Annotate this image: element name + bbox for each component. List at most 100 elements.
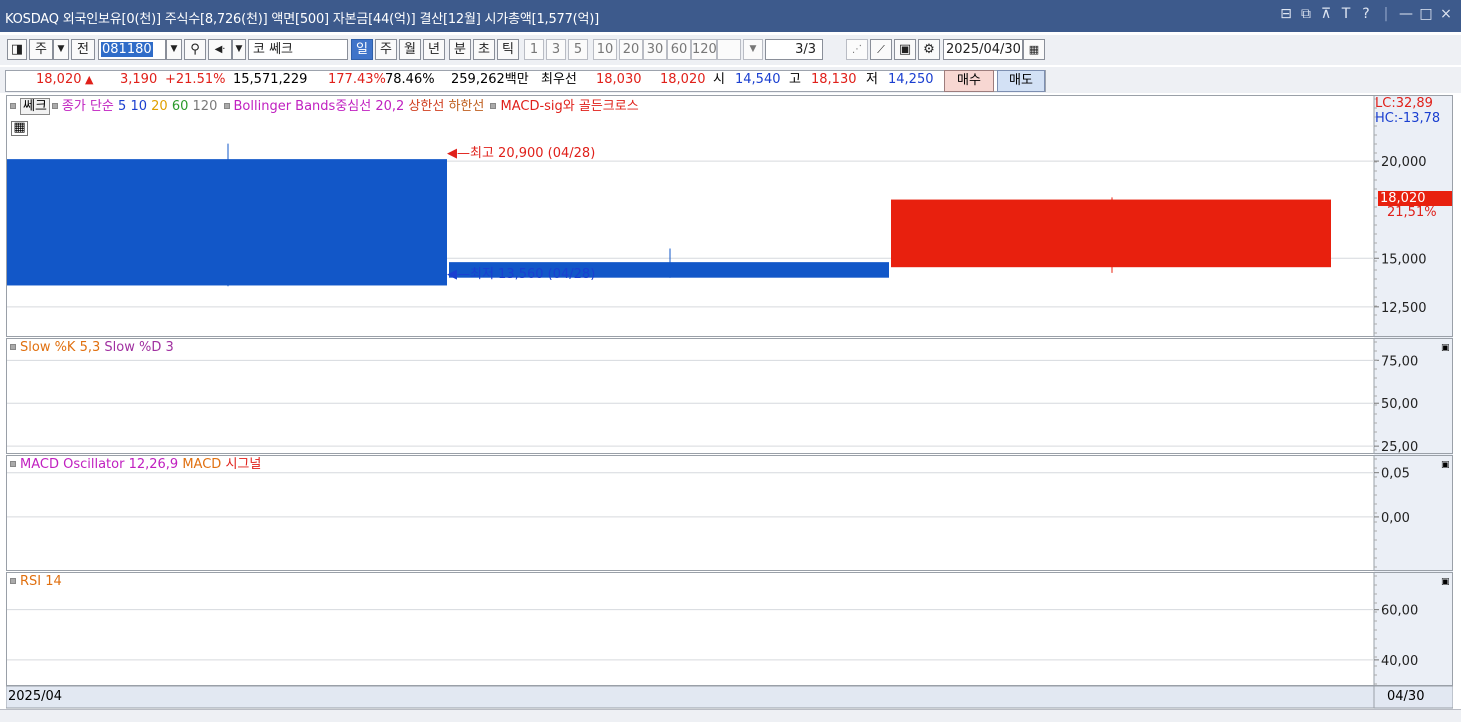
period-tick-button[interactable]: 틱 <box>497 39 519 60</box>
y-tick-label: 20,000 <box>1381 155 1427 170</box>
interval-60-button[interactable]: 60 <box>667 39 691 60</box>
period-month-button[interactable]: 월 <box>399 39 421 60</box>
sound-icon[interactable]: ◀· <box>208 39 232 60</box>
current-price: 18,020 <box>36 72 82 87</box>
hc-label: HC:-13,78 <box>1375 111 1441 126</box>
minimize-icon[interactable]: — <box>1399 6 1413 22</box>
stock-type-dropdown[interactable]: ▼ <box>53 39 69 60</box>
legend-marker <box>10 577 16 584</box>
volume: 15,571,229 <box>233 72 308 87</box>
compare-icon[interactable]: ⋰ <box>846 39 868 60</box>
y-tick-label: 75,00 <box>1381 354 1418 369</box>
maximize-icon[interactable]: □ <box>1419 6 1433 22</box>
legend-marker <box>10 343 16 350</box>
bollinger-label[interactable]: Bollinger Bands중심선 20,2 <box>234 99 405 114</box>
ma-20[interactable]: 20 <box>151 99 168 114</box>
period-minute-button[interactable]: 분 <box>449 39 471 60</box>
restore-window-icon[interactable]: ⧉ <box>1299 6 1313 22</box>
up-arrow-icon: ▲ <box>85 73 94 86</box>
y-tick-label: 60,00 <box>1381 604 1418 619</box>
signal-label[interactable]: 시그널 <box>225 457 261 472</box>
stock-name-field[interactable]: 코 쎄크 <box>248 39 348 60</box>
interval-5-button[interactable]: 5 <box>568 39 588 60</box>
period-day-button[interactable]: 일 <box>351 39 373 60</box>
interval-120-button[interactable]: 120 <box>691 39 717 60</box>
stochastic-legend: Slow %K 5,3 Slow %D 3 <box>8 340 174 356</box>
search-icon[interactable]: ⚲ <box>184 39 206 60</box>
low-annotation-text: 최저 13,560 (04/28) <box>470 267 596 282</box>
open-price: 14,540 <box>735 72 781 87</box>
slow-k-label[interactable]: Slow %K 5,3 <box>20 340 100 355</box>
x-axis-start-label: 2025/04 <box>8 689 63 704</box>
interval-custom-field[interactable] <box>717 39 741 60</box>
chart-area[interactable]: 20,000 15,000 12,500 75,00 50,00 25,00 0,05 0,0… <box>6 95 1453 709</box>
interval-20-button[interactable]: 20 <box>619 39 643 60</box>
turnover-pct: 78.46% <box>385 72 435 87</box>
ma-60[interactable]: 60 <box>172 99 189 114</box>
legend-marker <box>51 102 58 109</box>
chart-menu-button[interactable]: ◨ <box>7 39 27 60</box>
low-price: 14,250 <box>888 72 934 87</box>
period-second-button[interactable]: 초 <box>473 39 495 60</box>
interval-10-button[interactable]: 10 <box>593 39 617 60</box>
code-dropdown[interactable]: ▼ <box>166 39 182 60</box>
rsi-label[interactable]: RSI 14 <box>20 574 62 589</box>
interval-1-button[interactable]: 1 <box>524 39 544 60</box>
trendline-icon[interactable]: ⟋ <box>870 39 892 60</box>
stock-tag[interactable]: 쎄크 <box>20 98 50 115</box>
window-controls: ⊟ ⧉ ⊼ T ? | — □ × <box>1279 6 1453 22</box>
table-icon[interactable]: ▦ <box>11 121 28 136</box>
gear-icon[interactable]: ⚙ <box>918 39 940 60</box>
stock-type-button[interactable]: 주 <box>29 39 53 60</box>
save-icon[interactable]: ▣ <box>894 39 916 60</box>
font-size-icon[interactable]: T <box>1339 6 1353 22</box>
pane-close-icon[interactable]: ▣ <box>1441 457 1450 473</box>
date-field[interactable]: 2025/04/30 <box>943 39 1023 60</box>
ma-label[interactable]: 종가 단순 <box>62 99 114 114</box>
buy-button[interactable]: 매수 <box>944 70 994 92</box>
x-axis-end-label: 04/30 <box>1387 689 1425 704</box>
interval-30-button[interactable]: 30 <box>643 39 667 60</box>
calendar-icon[interactable]: ▦ <box>1023 39 1045 60</box>
stock-code-input[interactable]: 081180 <box>98 39 166 60</box>
macd-osc-label[interactable]: MACD Oscillator 12,26,9 <box>20 457 178 472</box>
chart-canvas[interactable]: 20,000 15,000 12,500 75,00 50,00 25,00 0,05 0,0… <box>6 95 1453 709</box>
legend-marker <box>223 102 230 109</box>
y-tick-label: 50,00 <box>1381 397 1418 412</box>
sound-dropdown[interactable]: ▼ <box>232 39 246 60</box>
window-title: KOSDAQ 외국인보유[0(천)] 주식수[8,726(천)] 액면[500]… <box>5 12 600 27</box>
pane-close-icon[interactable]: ▣ <box>1441 340 1450 356</box>
period-year-button[interactable]: 년 <box>423 39 445 60</box>
y-tick-label: 0,00 <box>1381 511 1410 526</box>
high-annotation: ◀—최고 20,900 (04/28) <box>447 146 596 161</box>
layout-icon[interactable]: ⊟ <box>1279 6 1293 22</box>
pane-close-icon[interactable]: ▣ <box>1441 574 1450 590</box>
period-week-button[interactable]: 주 <box>375 39 397 60</box>
chart-footer-toolbar <box>0 709 1461 722</box>
bollinger-lower-label[interactable]: 하한선 <box>448 99 484 114</box>
macd-label[interactable]: MACD <box>182 457 221 472</box>
interval-3-button[interactable]: 3 <box>546 39 566 60</box>
interval-dropdown[interactable]: ▼ <box>743 39 763 60</box>
best-ask: 18,030 <box>596 72 642 87</box>
price-legend: 쎄크 종가 단순 5 10 20 60 120 Bollinger Bands중심… <box>8 98 639 115</box>
slow-d-label[interactable]: Slow %D 3 <box>104 340 173 355</box>
low-annotation: ◀—최저 13,560 (04/28) <box>447 267 596 282</box>
all-market-button[interactable]: 전 <box>71 39 95 60</box>
best-quote-label: 최우선 <box>541 72 577 87</box>
close-icon[interactable]: × <box>1439 6 1453 22</box>
ma-10[interactable]: 10 <box>130 99 147 114</box>
pane-frame <box>6 572 1453 686</box>
bollinger-upper-label[interactable]: 상한선 <box>408 99 444 114</box>
ma-120[interactable]: 120 <box>193 99 218 114</box>
chart-toolbar: ◨ 주 ▼ 전 081180 ▼ ⚲ ◀· ▼ 코 쎄크 일 주 월 년 분 초… <box>0 35 1461 65</box>
pin-icon[interactable]: ⊼ <box>1319 6 1333 22</box>
help-icon[interactable]: ? <box>1359 6 1373 22</box>
x-axis-band <box>6 685 1453 709</box>
page-indicator: 3/3 <box>765 39 823 60</box>
macd-golden-cross-label[interactable]: MACD-sig와 골든크로스 <box>500 99 638 114</box>
trade-amount: 259,262백만 <box>451 72 529 87</box>
ma-5[interactable]: 5 <box>118 99 126 114</box>
price-change-pct: +21.51% <box>165 72 226 87</box>
sell-button[interactable]: 매도 <box>997 70 1045 92</box>
